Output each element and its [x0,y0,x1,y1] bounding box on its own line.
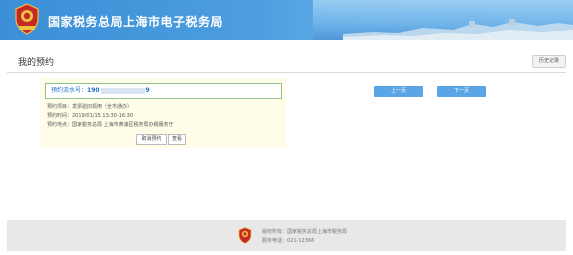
tax-emblem-icon [238,227,252,244]
view-appointment-button[interactable]: 查看 [168,134,186,145]
footer-copyright: 版权所有：国家税务总局上海市税务局 [262,229,348,235]
tax-emblem-icon [15,3,39,35]
history-button[interactable]: 历史记录 [532,55,566,68]
flow-number-end: 9 [145,87,150,94]
page: 国家税务总局上海市电子税务局 我的预约 历史记录 预约流水号：190 9 预约项目… [0,0,573,255]
footer-phone: 服务电话：021-12366 [262,238,315,244]
divider [7,72,566,73]
flow-number-label: 预约流水号： [51,87,88,94]
page-title: 我的预约 [18,58,55,68]
site-title: 国家税务总局上海市电子税务局 [48,15,224,29]
flow-number-start: 190 [87,87,100,94]
next-page-button[interactable]: 下一页 [437,86,486,97]
appointment-project: 预约项目：发票验旧领用（全市通办） [47,104,133,110]
prev-page-button[interactable]: 上一页 [374,86,423,97]
appointment-time: 预约时间：2019/01/15 13:30-16:30 [47,113,134,119]
appointment-location: 预约地点：国家税务总局 上海市黄浦区税务局办税服务厅 [47,122,174,128]
flow-number-box: 预约流水号：190 9 [45,83,282,99]
header-banner: 国家税务总局上海市电子税务局 [0,0,573,40]
footer: 版权所有：国家税务总局上海市税务局 服务电话：021-12366 [7,220,566,251]
flow-number-masked [100,87,145,94]
appointment-card: 预约流水号：190 9 预约项目：发票验旧领用（全市通办） 预约时间：2019/0… [40,78,286,148]
cancel-appointment-button[interactable]: 取消预约 [136,134,167,145]
great-wall-illustration [343,19,573,40]
